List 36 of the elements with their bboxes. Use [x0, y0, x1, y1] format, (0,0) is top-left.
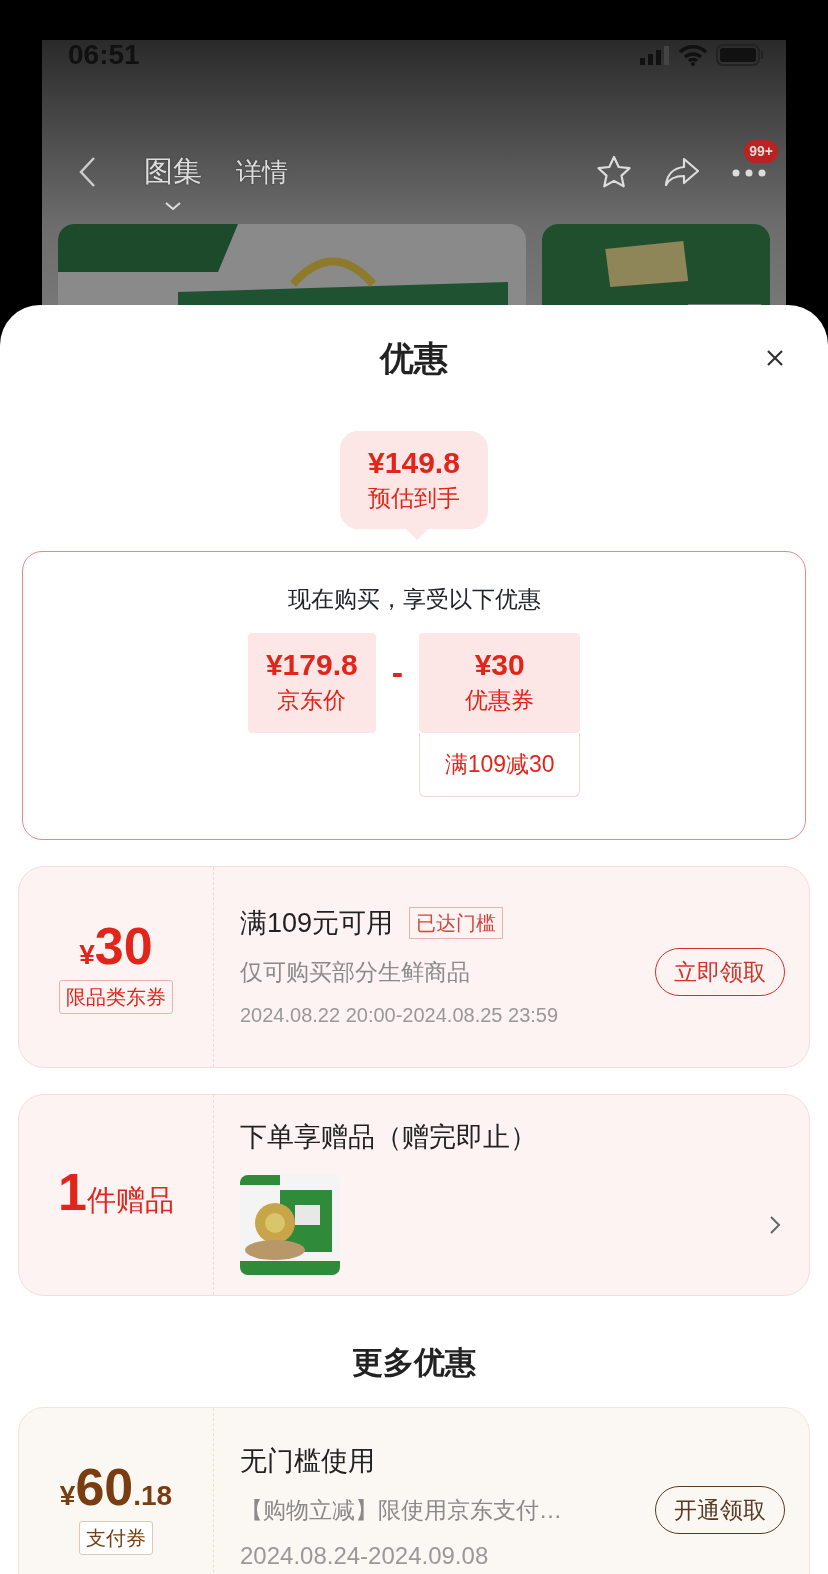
tab[interactable]: 详情	[236, 152, 288, 192]
battery-icon	[716, 44, 764, 66]
share-icon[interactable]	[664, 157, 700, 187]
coupon-description: 【购物立减】限使用京东支付…	[240, 1495, 562, 1525]
sheet-title: 优惠	[380, 337, 448, 379]
minus-sign: -	[391, 654, 404, 689]
breakdown-heading: 现在购买，享受以下优惠	[287, 585, 541, 614]
wifi-icon	[678, 44, 708, 66]
coupon-title: 满109元可用	[240, 907, 394, 940]
coupon-type-tag: 限品类东券	[59, 979, 173, 1014]
more-icon[interactable]	[732, 169, 766, 177]
coupon-title: 无门槛使用	[240, 1445, 375, 1479]
notification-badge: 99+	[744, 140, 778, 163]
coupon-validity: 2024.08.22 20:00-2024.08.25 23:59	[240, 1003, 560, 1028]
tile-amount: ¥179.8	[265, 647, 358, 684]
chevron-right-icon[interactable]	[769, 1215, 781, 1235]
estimated-label: 预估到手	[368, 483, 460, 513]
star-icon[interactable]	[596, 155, 632, 189]
coupon-validity: 2024.08.24-2024.09.08	[240, 1541, 490, 1572]
close-icon[interactable]	[766, 349, 784, 367]
coupon-amount: ¥60.18	[59, 1460, 173, 1513]
tab[interactable]: 图集	[144, 150, 202, 194]
section-title: 更多优惠	[352, 1343, 476, 1381]
tile-label: 优惠券	[465, 686, 535, 716]
gift-title: 下单享赠品（赠完即止）	[240, 1120, 538, 1154]
coupon-type-tag: 支付券	[79, 1520, 153, 1555]
coupon-condition: 满109减30	[419, 732, 581, 797]
signal-icon	[640, 45, 670, 65]
tile-amount: ¥30	[474, 647, 525, 684]
tile-label: 京东价	[277, 686, 347, 716]
back-icon[interactable]	[78, 156, 96, 188]
gift-count: 1件赠品	[58, 1166, 174, 1223]
estimated-price: ¥149.8	[368, 444, 460, 481]
threshold-tag: 已达门槛	[409, 907, 504, 940]
coupon-amount: ¥30	[79, 919, 153, 972]
coupon-description: 仅可购买部分生鲜商品	[240, 957, 470, 987]
